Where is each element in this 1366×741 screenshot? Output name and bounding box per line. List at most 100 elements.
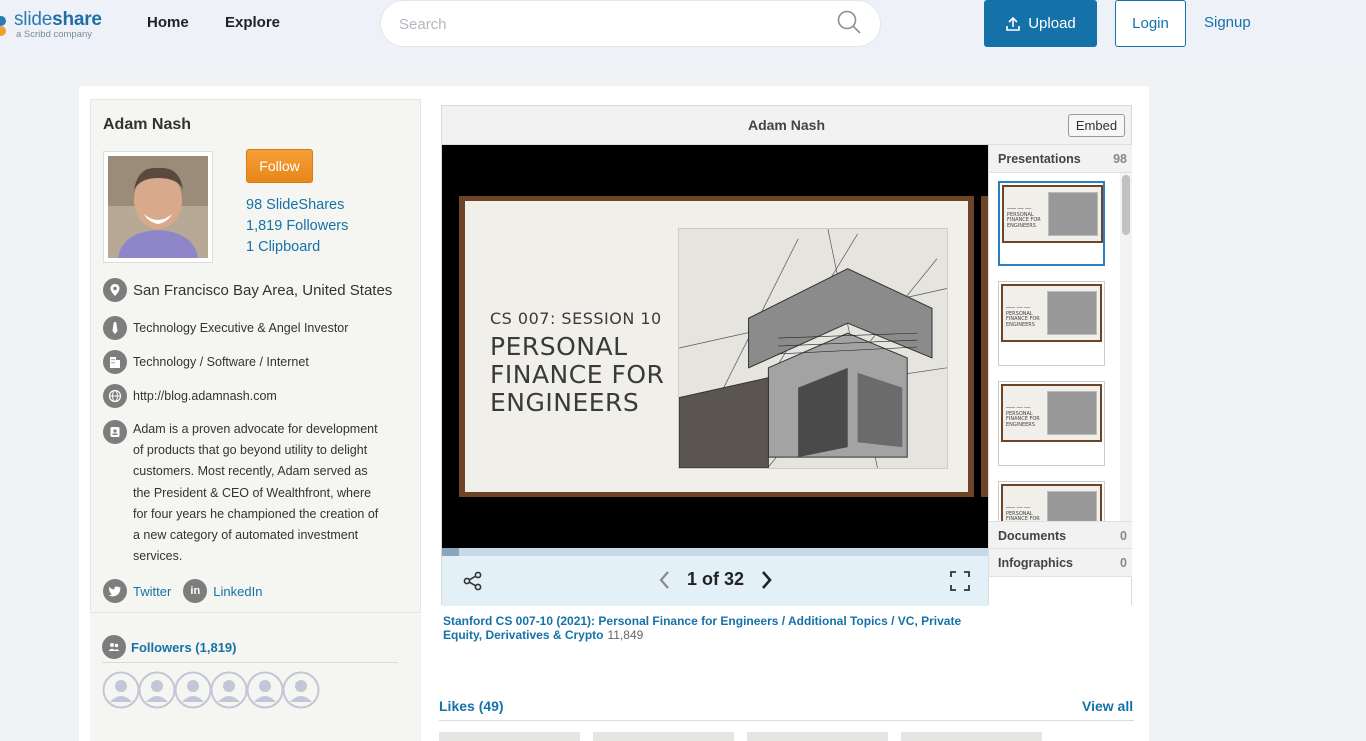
- nav-explore[interactable]: Explore: [225, 14, 280, 31]
- documents-count: 0: [1120, 529, 1127, 543]
- rail-infographics-header[interactable]: Infographics 0: [989, 549, 1132, 577]
- liked-item-card[interactable]: [901, 732, 1042, 741]
- profile-avatar[interactable]: [103, 151, 213, 263]
- likes-divider: [439, 720, 1134, 721]
- twitter-icon[interactable]: [103, 579, 127, 603]
- slide-thumbnail[interactable]: ─── ── ──PERSONALFINANCE FORENGINEERS: [998, 481, 1105, 521]
- deck-title-text[interactable]: Stanford CS 007-10 (2021): Personal Fina…: [443, 614, 961, 642]
- followers-heading[interactable]: Followers (1,819): [102, 635, 236, 659]
- nav-home[interactable]: Home: [147, 14, 189, 31]
- globe-icon: [103, 384, 127, 408]
- bio-row: Adam is a proven advocate for developmen…: [103, 420, 388, 567]
- deck-title[interactable]: Stanford CS 007-10 (2021): Personal Fina…: [443, 614, 1003, 642]
- rail-scrollbar[interactable]: [1120, 173, 1132, 521]
- infographics-label: Infographics: [998, 556, 1074, 570]
- upload-button[interactable]: Upload: [984, 0, 1097, 47]
- slideshare-logo[interactable]: slideshare a Scribd company: [0, 5, 120, 45]
- location-row: San Francisco Bay Area, United States: [103, 278, 392, 302]
- deck-view-count: 11,849: [607, 628, 644, 642]
- presentations-label: Presentations: [998, 152, 1081, 166]
- followers-link[interactable]: 1,819 Followers: [246, 218, 348, 234]
- tie-icon: [103, 316, 127, 340]
- upload-icon: [1006, 16, 1021, 31]
- profile-card: Adam Nash Follow 98 SlideShares 1,819 Fo…: [79, 86, 1149, 741]
- search-input[interactable]: [399, 14, 819, 34]
- industry-row: Technology / Software / Internet: [103, 350, 309, 374]
- follower-avatar-icon[interactable]: [246, 671, 284, 709]
- slide-session-text: CS 007: SESSION 10: [490, 309, 662, 328]
- id-card-icon: [103, 420, 127, 444]
- slide-frame: CS 007: SESSION 10 PERSONAL FINANCE FOR …: [459, 196, 974, 497]
- followers-title-text: Followers (1,819): [131, 639, 237, 655]
- upload-label: Upload: [1028, 15, 1076, 32]
- linkedin-icon[interactable]: in: [183, 579, 208, 603]
- thumbnail-image: ─── ── ──PERSONALFINANCE FORENGINEERS: [1002, 185, 1103, 243]
- top-nav: slideshare a Scribd company Home Explore…: [0, 0, 1366, 66]
- presentations-count: 98: [1113, 152, 1127, 166]
- architecture-sketch-image: [678, 228, 948, 469]
- social-links: Twitter in LinkedIn: [103, 579, 262, 603]
- thumbnail-image: ─── ── ──PERSONALFINANCE FORENGINEERS: [1001, 484, 1102, 521]
- documents-label: Documents: [998, 529, 1067, 543]
- infographics-count: 0: [1120, 556, 1127, 570]
- liked-item-card[interactable]: [593, 732, 734, 741]
- follower-avatar-icon[interactable]: [210, 671, 248, 709]
- thumbnail-image: ─── ── ──PERSONALFINANCE FORENGINEERS: [1001, 284, 1102, 342]
- chevron-right-icon[interactable]: [758, 569, 774, 591]
- share-icon[interactable]: [463, 571, 483, 591]
- slide-thumbnail[interactable]: ─── ── ──PERSONALFINANCE FORENGINEERS: [998, 181, 1105, 266]
- slide-player: Adam Nash Embed CS 007: SESSION 10 PERSO…: [441, 105, 1132, 606]
- page-counter: 1 of 32: [686, 569, 745, 589]
- slide-thumbnail[interactable]: ─── ── ──PERSONALFINANCE FORENGINEERS: [998, 281, 1105, 366]
- follower-avatar-icon[interactable]: [282, 671, 320, 709]
- location-pin-icon: [103, 278, 127, 302]
- search-box: [380, 0, 881, 47]
- signup-link[interactable]: Signup: [1204, 14, 1251, 31]
- player-header: Adam Nash Embed: [442, 106, 1131, 145]
- website-text[interactable]: http://blog.adamnash.com: [133, 389, 277, 403]
- followers-section: Followers (1,819): [90, 613, 421, 741]
- occupation-text: Technology Executive & Angel Investor: [133, 321, 349, 335]
- slideshares-link[interactable]: 98 SlideShares: [246, 197, 344, 213]
- slide-thumbnail[interactable]: ─── ── ──PERSONALFINANCE FORENGINEERS: [998, 381, 1105, 466]
- slide-progress-bar[interactable]: [442, 548, 988, 556]
- login-button[interactable]: Login: [1115, 0, 1186, 47]
- liked-item-card[interactable]: [439, 732, 580, 741]
- liked-item-card[interactable]: [747, 732, 888, 741]
- profile-sidebar: Adam Nash Follow 98 SlideShares 1,819 Fo…: [90, 99, 421, 613]
- follower-avatar-icon[interactable]: [174, 671, 212, 709]
- chevron-left-icon[interactable]: [657, 569, 673, 591]
- logo-subtitle: a Scribd company: [16, 29, 93, 40]
- linkedin-link[interactable]: LinkedIn: [213, 584, 262, 599]
- clipboards-link[interactable]: 1 Clipboard: [246, 239, 320, 255]
- embed-button[interactable]: Embed: [1068, 114, 1125, 137]
- current-slide: CS 007: SESSION 10 PERSONAL FINANCE FOR …: [465, 201, 968, 492]
- slide-stage[interactable]: CS 007: SESSION 10 PERSONAL FINANCE FOR …: [442, 145, 988, 548]
- profile-name: Adam Nash: [103, 116, 192, 133]
- bio-text: Adam is a proven advocate for developmen…: [133, 422, 379, 564]
- view-all-link[interactable]: View all: [1082, 698, 1133, 714]
- website-row[interactable]: http://blog.adamnash.com: [103, 384, 277, 408]
- rail-scroll-thumb[interactable]: [1122, 175, 1130, 235]
- thumbnail-image: ─── ── ──PERSONALFINANCE FORENGINEERS: [1001, 384, 1102, 442]
- follow-button[interactable]: Follow: [246, 149, 313, 183]
- follower-avatar-icon[interactable]: [102, 671, 140, 709]
- twitter-link[interactable]: Twitter: [133, 584, 171, 599]
- thumbnail-list: ─── ── ── PERSONAL FINANCE FOR ENGINEERS ──…: [989, 173, 1120, 521]
- rail-presentations-header[interactable]: Presentations 98: [989, 145, 1132, 173]
- next-slide-peek: [981, 196, 988, 497]
- likes-heading[interactable]: Likes (49): [439, 698, 504, 714]
- presentations-rail: Presentations 98 ─── ── ── PERSONAL FINANC…: [988, 145, 1132, 605]
- industry-text: Technology / Software / Internet: [133, 355, 309, 369]
- slide-heading-text: PERSONAL FINANCE FOR ENGINEERS: [490, 332, 665, 417]
- location-text: San Francisco Bay Area, United States: [133, 281, 393, 299]
- group-icon: [102, 635, 126, 659]
- followers-divider: [102, 662, 398, 663]
- building-icon: [103, 350, 127, 374]
- rail-documents-header[interactable]: Documents 0: [989, 521, 1132, 549]
- occupation-row: Technology Executive & Angel Investor: [103, 316, 348, 340]
- fullscreen-icon[interactable]: [949, 570, 971, 592]
- slide-progress-fill: [442, 548, 459, 556]
- search-icon[interactable]: [836, 9, 862, 35]
- follower-avatar-icon[interactable]: [138, 671, 176, 709]
